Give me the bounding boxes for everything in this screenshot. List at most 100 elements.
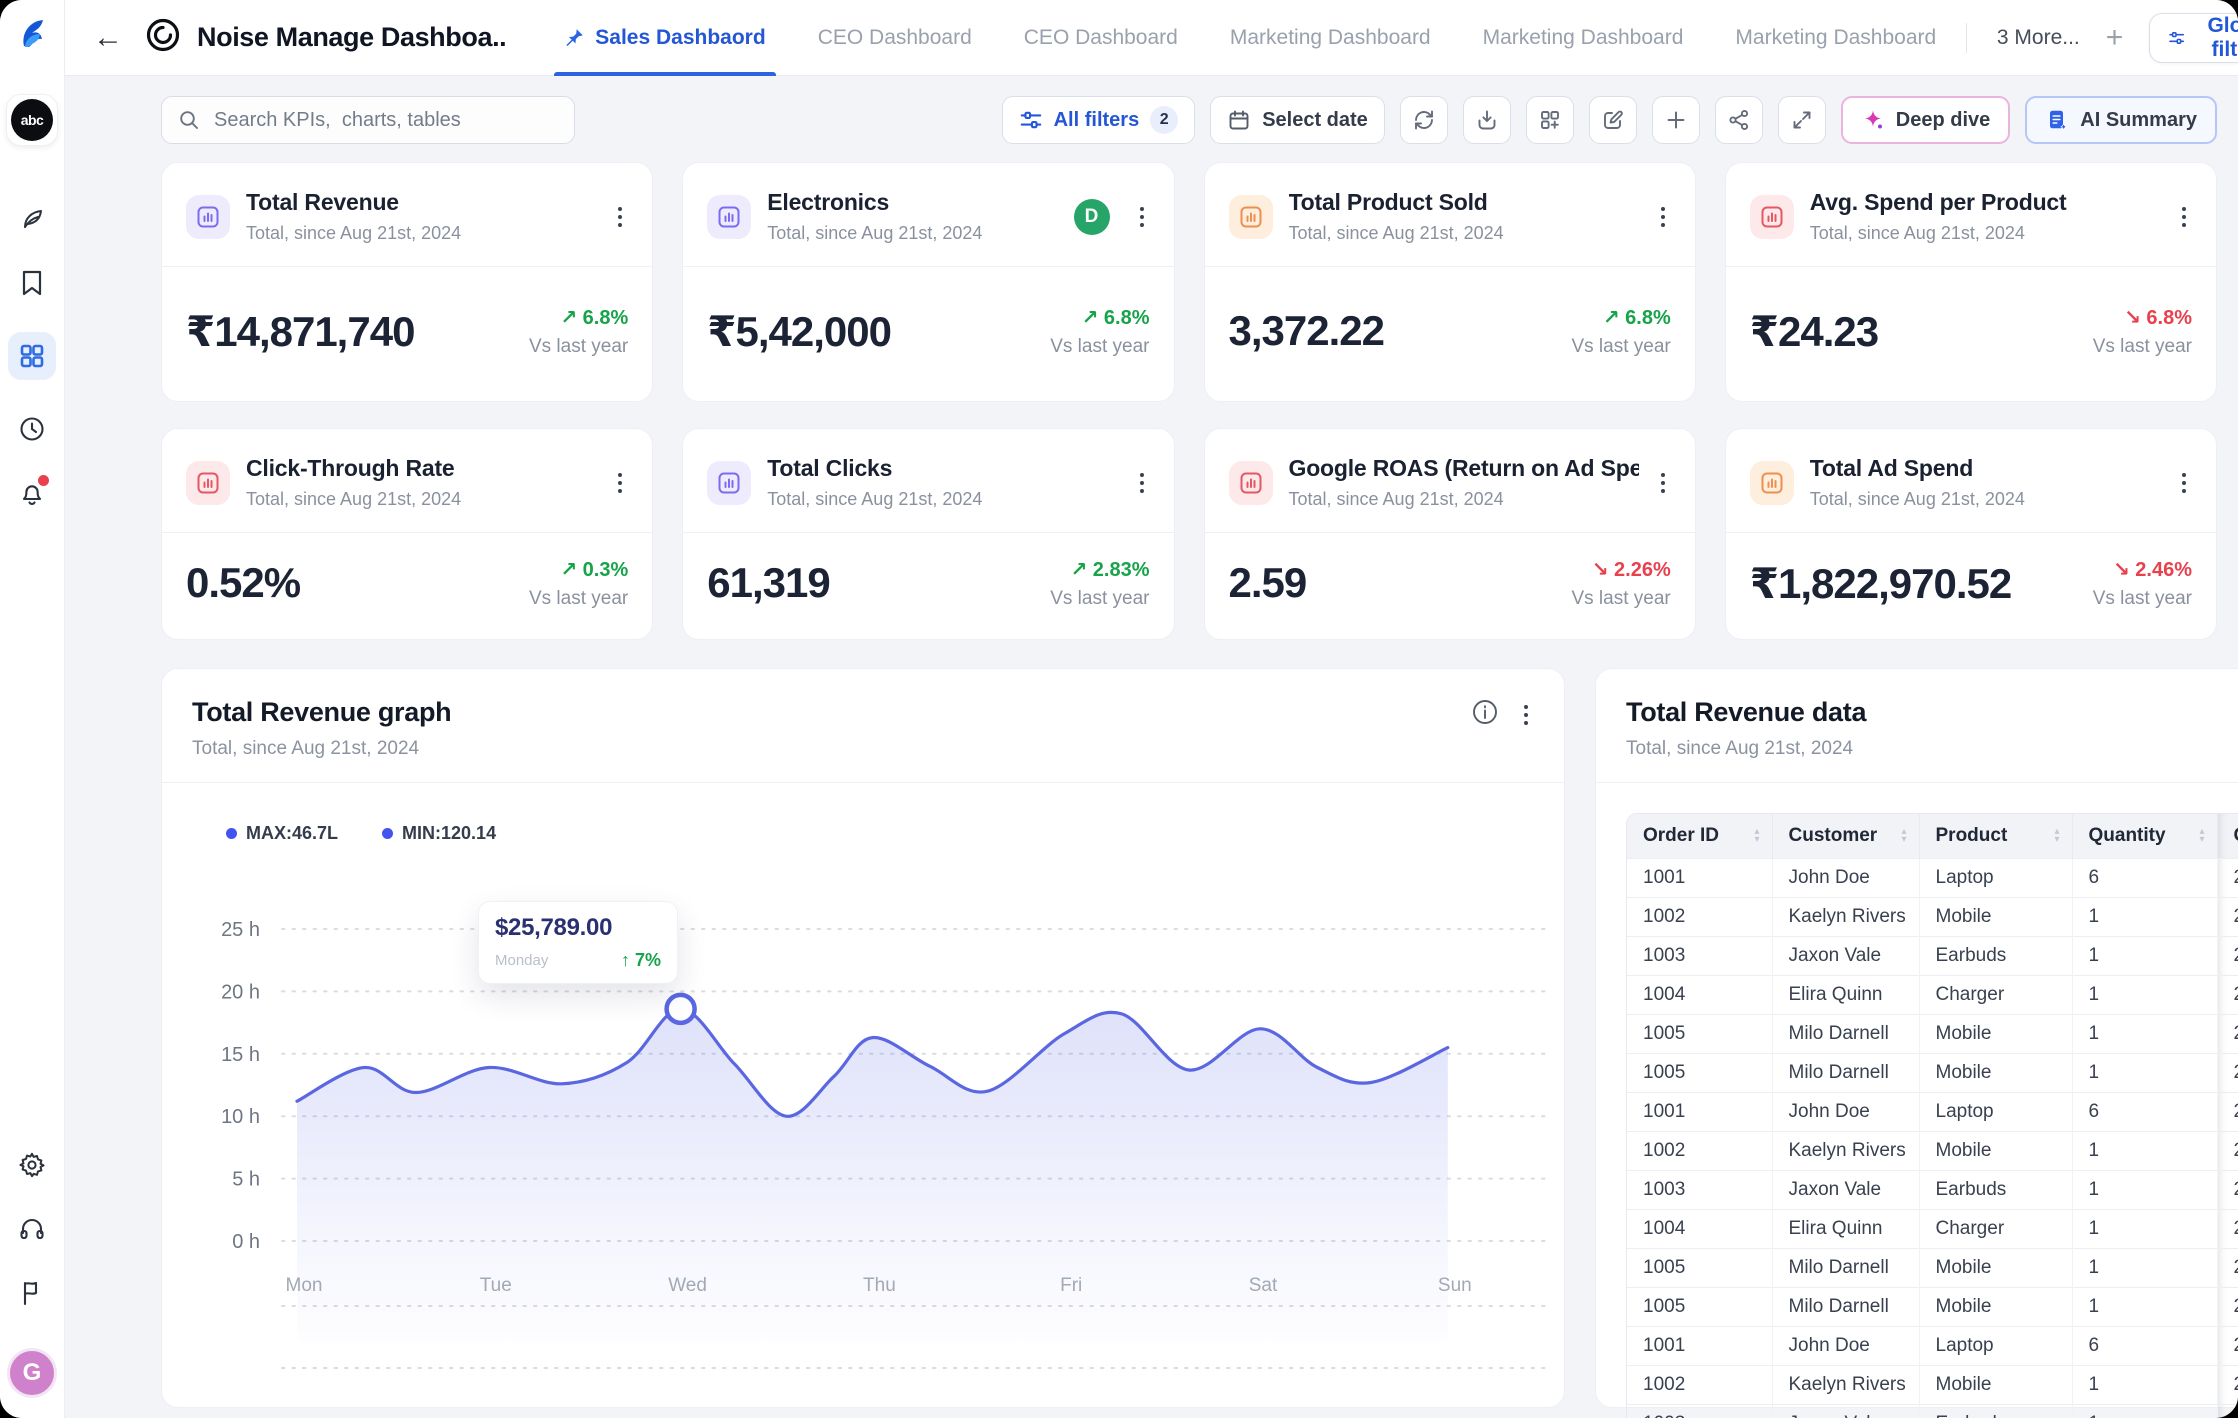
support-headphones-icon[interactable]	[17, 1214, 47, 1244]
more-tabs-button[interactable]: 3 More...	[1997, 26, 2080, 50]
table-row[interactable]: 1002Kaelyn RiversMobile12024-01-	[1627, 1365, 2238, 1404]
tab-label: Marketing Dashboard	[1735, 26, 1936, 50]
table-cell: 1	[2072, 897, 2217, 936]
workspace-avatar[interactable]: abc	[6, 94, 58, 146]
all-filters-button[interactable]: All filters 2	[1002, 96, 1196, 144]
fullscreen-button[interactable]	[1778, 96, 1826, 144]
kpi-change: ↗ 0.3%	[529, 557, 628, 582]
kpi-kebab-menu-icon[interactable]	[1655, 467, 1671, 499]
kpi-kebab-menu-icon[interactable]	[612, 467, 628, 499]
kpi-kebab-menu-icon[interactable]	[2176, 467, 2192, 499]
global-filters-button[interactable]: Global filters 6	[2149, 13, 2238, 63]
kpi-icon-chip	[1750, 461, 1794, 505]
column-header-product[interactable]: Product▴▾	[1919, 814, 2072, 858]
flag-icon[interactable]	[17, 1278, 47, 1308]
table-cell: 1002	[1627, 1365, 1772, 1404]
column-header-customer[interactable]: Customer▴▾	[1772, 814, 1919, 858]
kpi-kebab-menu-icon[interactable]	[2176, 201, 2192, 233]
refresh-button[interactable]	[1400, 96, 1448, 144]
refresh-icon	[1412, 108, 1436, 132]
deep-dive-button[interactable]: Deep dive	[1841, 96, 2010, 144]
select-date-label: Select date	[1262, 109, 1368, 132]
tab-ceo-dashboard[interactable]: CEO Dashboard	[792, 0, 998, 76]
total-revenue-data-panel: Total Revenue data Total, since Aug 21st…	[1595, 668, 2238, 1408]
sort-icon[interactable]: ▴▾	[1754, 828, 1759, 844]
kpi-vs-label: Vs last year	[2093, 336, 2192, 358]
kpi-card-google-roas-return-on-ad-spend: Google ROAS (Return on Ad Spend)Total, s…	[1204, 428, 1696, 640]
ai-summary-button[interactable]: AI Summary	[2025, 96, 2217, 144]
table-row[interactable]: 1001John DoeLaptop62024-01-	[1627, 858, 2238, 897]
edit-button[interactable]	[1589, 96, 1637, 144]
table-row[interactable]: 1001John DoeLaptop62024-01-	[1627, 1326, 2238, 1365]
table-row[interactable]: 1002Kaelyn RiversMobile12024-01-	[1627, 1131, 2238, 1170]
table-row[interactable]: 1003Jaxon ValeEarbuds12024-01-	[1627, 936, 2238, 975]
back-arrow-icon[interactable]: ←	[93, 23, 123, 53]
tab-marketing-dashboard[interactable]: Marketing Dashboard	[1204, 0, 1457, 76]
download-button[interactable]	[1463, 96, 1511, 144]
kpi-vs-label: Vs last year	[1050, 336, 1149, 358]
info-icon[interactable]	[1470, 697, 1500, 732]
column-header-quantity[interactable]: Quantity▴▾	[2072, 814, 2217, 858]
table-panel-title: Total Revenue data	[1626, 697, 1866, 728]
kpi-kebab-menu-icon[interactable]	[1134, 201, 1150, 233]
sort-icon[interactable]: ▴▾	[2054, 828, 2059, 844]
table-cell: 1	[2072, 1287, 2217, 1326]
table-cell: Charger	[1919, 1209, 2072, 1248]
kpi-subtitle: Total, since Aug 21st, 2024	[1289, 489, 1639, 510]
grid-icon	[18, 342, 46, 370]
kpi-kebab-menu-icon[interactable]	[1655, 201, 1671, 233]
table-row[interactable]: 1002Kaelyn RiversMobile12024-01-	[1627, 897, 2238, 936]
kpi-title: Total Ad Spend	[1810, 455, 2160, 482]
feather-icon[interactable]	[17, 204, 47, 234]
table-cell: 2024-01-	[2217, 1404, 2238, 1418]
sort-icon[interactable]: ▴▾	[1901, 828, 1906, 844]
app-logo-icon[interactable]	[13, 16, 51, 54]
table-cell: Jaxon Vale	[1772, 1404, 1919, 1418]
column-header-order-date[interactable]: Order Date▴▾	[2217, 814, 2238, 858]
chart-area[interactable]: 25 h20 h15 h10 h5 h0 hMonTueWedThuFriSat…	[162, 783, 1564, 1395]
tab-sales-dashbaord[interactable]: Sales Dashbaord	[538, 0, 791, 76]
bookmark-icon[interactable]	[17, 268, 47, 298]
highlighted-data-point[interactable]	[667, 995, 695, 1023]
table-row[interactable]: 1005Milo DarnellMobile12024-01-	[1627, 1248, 2238, 1287]
ai-summary-label: AI Summary	[2080, 109, 2197, 132]
select-date-button[interactable]: Select date	[1210, 96, 1385, 144]
column-header-order-id[interactable]: Order ID▴▾	[1627, 814, 1772, 858]
add-widget-button[interactable]	[1652, 96, 1700, 144]
sort-icon[interactable]: ▴▾	[2199, 828, 2204, 844]
table-row[interactable]: 1003Jaxon ValeEarbuds12024-01-	[1627, 1404, 2238, 1418]
table-row[interactable]: 1004Elira QuinnCharger12024-01-	[1627, 1209, 2238, 1248]
table-cell: 1001	[1627, 1326, 1772, 1365]
search-input[interactable]	[212, 108, 558, 133]
search-box[interactable]	[161, 96, 575, 144]
table-row[interactable]: 1005Milo DarnellMobile12024-01-	[1627, 1287, 2238, 1326]
user-avatar[interactable]: G	[7, 1348, 57, 1398]
share-button[interactable]	[1715, 96, 1763, 144]
pin-icon	[564, 27, 585, 48]
tab-ceo-dashboard[interactable]: CEO Dashboard	[998, 0, 1204, 76]
noise-logo-icon	[143, 15, 183, 60]
sidebar-item-dashboards[interactable]	[8, 332, 56, 380]
revenue-area-chart[interactable]: 25 h20 h15 h10 h5 h0 hMonTueWedThuFriSat…	[162, 783, 1564, 1395]
table-row[interactable]: 1004Elira QuinnCharger12024-01-	[1627, 975, 2238, 1014]
table-cell: 1005	[1627, 1248, 1772, 1287]
kpi-kebab-menu-icon[interactable]	[1134, 467, 1150, 499]
widgets-button[interactable]	[1526, 96, 1574, 144]
table-cell: Mobile	[1919, 1287, 2072, 1326]
table-panel-header: Total Revenue data Total, since Aug 21st…	[1596, 669, 2238, 782]
table-row[interactable]: 1005Milo DarnellMobile12024-01-	[1627, 1053, 2238, 1092]
mini-bar-chart-icon	[1238, 470, 1264, 496]
tab-marketing-dashboard[interactable]: Marketing Dashboard	[1709, 0, 1962, 76]
notifications-bell-icon[interactable]	[17, 478, 47, 508]
settings-gear-icon[interactable]	[17, 1150, 47, 1180]
table-row[interactable]: 1005Milo DarnellMobile12024-01-	[1627, 1014, 2238, 1053]
dimension-badge[interactable]: D	[1074, 199, 1110, 235]
tab-marketing-dashboard[interactable]: Marketing Dashboard	[1457, 0, 1710, 76]
chart-kebab-menu-icon[interactable]	[1518, 699, 1534, 731]
add-tab-button[interactable]: +	[2106, 23, 2124, 53]
clock-icon[interactable]	[17, 414, 47, 444]
kpi-kebab-menu-icon[interactable]	[612, 201, 628, 233]
table-row[interactable]: 1001John DoeLaptop62024-01-	[1627, 1092, 2238, 1131]
svg-text:10 h: 10 h	[221, 1106, 260, 1128]
table-row[interactable]: 1003Jaxon ValeEarbuds12024-01-	[1627, 1170, 2238, 1209]
